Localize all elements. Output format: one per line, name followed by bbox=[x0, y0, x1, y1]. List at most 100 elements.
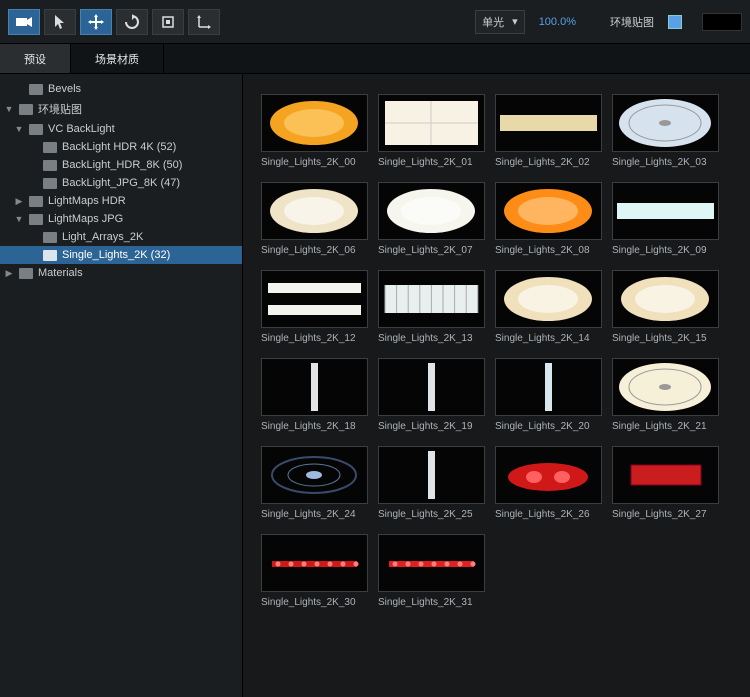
expand-arrow-icon: ▶ bbox=[4, 268, 14, 279]
folder-icon bbox=[19, 268, 33, 279]
tab-scene-material[interactable]: 场景材质 bbox=[71, 44, 164, 73]
folder-icon bbox=[29, 124, 43, 135]
env-map-checkbox[interactable] bbox=[668, 15, 682, 29]
thumbnail-item[interactable]: Single_Lights_2K_03 bbox=[612, 94, 719, 168]
thumbnail-preview bbox=[495, 358, 602, 416]
thumbnail-label: Single_Lights_2K_31 bbox=[378, 597, 485, 608]
thumbnail-label: Single_Lights_2K_26 bbox=[495, 509, 602, 520]
thumbnail-preview bbox=[495, 446, 602, 504]
thumbnail-label: Single_Lights_2K_24 bbox=[261, 509, 368, 520]
thumbnail-item[interactable]: Single_Lights_2K_27 bbox=[612, 446, 719, 520]
tree-item-label: Materials bbox=[38, 267, 83, 279]
env-map-label: 环境贴图 bbox=[610, 14, 654, 30]
thumbnail-preview bbox=[612, 94, 719, 152]
thumbnail-item[interactable]: Single_Lights_2K_24 bbox=[261, 446, 368, 520]
tree-item[interactable]: BackLight_HDR_8K (50) bbox=[0, 156, 242, 174]
thumbnail-item[interactable]: Single_Lights_2K_02 bbox=[495, 94, 602, 168]
tree-item-label: BackLight HDR 4K (52) bbox=[62, 141, 176, 153]
thumbnail-item[interactable]: Single_Lights_2K_09 bbox=[612, 182, 719, 256]
tree-item[interactable]: BackLight HDR 4K (52) bbox=[0, 138, 242, 156]
thumbnail-preview bbox=[261, 270, 368, 328]
thumbnail-item[interactable]: Single_Lights_2K_26 bbox=[495, 446, 602, 520]
tab-preset[interactable]: 预设 bbox=[0, 44, 71, 73]
thumbnail-label: Single_Lights_2K_25 bbox=[378, 509, 485, 520]
tree-item[interactable]: Light_Arrays_2K bbox=[0, 228, 242, 246]
tree-item[interactable]: Bevels bbox=[0, 80, 242, 98]
thumbnail-grid-area: Single_Lights_2K_00 Single_Lights_2K_01 Si… bbox=[243, 74, 750, 697]
folder-icon bbox=[43, 142, 57, 153]
zoom-value[interactable]: 100.0% bbox=[539, 16, 576, 28]
tree-item-label: VC BackLight bbox=[48, 123, 115, 135]
thumbnail-item[interactable]: Single_Lights_2K_14 bbox=[495, 270, 602, 344]
thumbnail-grid: Single_Lights_2K_00 Single_Lights_2K_01 Si… bbox=[261, 94, 750, 608]
thumbnail-label: Single_Lights_2K_20 bbox=[495, 421, 602, 432]
folder-tree: Bevels▼环境贴图▼VC BackLightBackLight HDR 4K… bbox=[0, 74, 243, 697]
thumbnail-item[interactable]: Single_Lights_2K_18 bbox=[261, 358, 368, 432]
thumbnail-item[interactable]: Single_Lights_2K_19 bbox=[378, 358, 485, 432]
tree-item[interactable]: ▶LightMaps HDR bbox=[0, 192, 242, 210]
thumbnail-label: Single_Lights_2K_06 bbox=[261, 245, 368, 256]
tree-item-label: 环境贴图 bbox=[38, 101, 82, 117]
crop-tool-button[interactable] bbox=[152, 9, 184, 35]
thumbnail-item[interactable]: Single_Lights_2K_21 bbox=[612, 358, 719, 432]
env-map-slot[interactable] bbox=[702, 13, 742, 31]
thumbnail-preview bbox=[261, 182, 368, 240]
expand-arrow-icon: ▼ bbox=[14, 214, 24, 224]
folder-icon bbox=[43, 178, 57, 189]
tree-item-label: Light_Arrays_2K bbox=[62, 231, 143, 243]
thumbnail-label: Single_Lights_2K_09 bbox=[612, 245, 719, 256]
thumbnail-preview bbox=[378, 270, 485, 328]
tree-item[interactable]: ▼LightMaps JPG bbox=[0, 210, 242, 228]
thumbnail-item[interactable]: Single_Lights_2K_13 bbox=[378, 270, 485, 344]
thumbnail-item[interactable]: Single_Lights_2K_01 bbox=[378, 94, 485, 168]
thumbnail-item[interactable]: Single_Lights_2K_15 bbox=[612, 270, 719, 344]
thumbnail-preview bbox=[378, 94, 485, 152]
light-mode-dropdown[interactable]: 单光 ▾ bbox=[475, 10, 525, 34]
thumbnail-label: Single_Lights_2K_30 bbox=[261, 597, 368, 608]
thumbnail-label: Single_Lights_2K_01 bbox=[378, 157, 485, 168]
axis-tool-button[interactable] bbox=[188, 9, 220, 35]
thumbnail-preview bbox=[261, 446, 368, 504]
folder-icon bbox=[43, 160, 57, 171]
thumbnail-preview bbox=[378, 446, 485, 504]
thumbnail-label: Single_Lights_2K_07 bbox=[378, 245, 485, 256]
thumbnail-label: Single_Lights_2K_19 bbox=[378, 421, 485, 432]
thumbnail-preview bbox=[495, 94, 602, 152]
thumbnail-preview bbox=[378, 358, 485, 416]
move-tool-button[interactable] bbox=[80, 9, 112, 35]
thumbnail-item[interactable]: Single_Lights_2K_25 bbox=[378, 446, 485, 520]
rotate-tool-button[interactable] bbox=[116, 9, 148, 35]
thumbnail-label: Single_Lights_2K_03 bbox=[612, 157, 719, 168]
thumbnail-item[interactable]: Single_Lights_2K_00 bbox=[261, 94, 368, 168]
thumbnail-item[interactable]: Single_Lights_2K_08 bbox=[495, 182, 602, 256]
thumbnail-preview bbox=[261, 534, 368, 592]
thumbnail-item[interactable]: Single_Lights_2K_30 bbox=[261, 534, 368, 608]
tree-item[interactable]: ▶ Materials bbox=[0, 264, 242, 282]
thumbnail-label: Single_Lights_2K_18 bbox=[261, 421, 368, 432]
pointer-tool-button[interactable] bbox=[44, 9, 76, 35]
thumbnail-label: Single_Lights_2K_15 bbox=[612, 333, 719, 344]
tree-item-label: BackLight_JPG_8K (47) bbox=[62, 177, 180, 189]
expand-arrow-icon: ▶ bbox=[14, 196, 24, 207]
thumbnail-preview bbox=[261, 94, 368, 152]
tree-item[interactable]: ▼ 环境贴图 bbox=[0, 98, 242, 120]
tree-item[interactable]: ▼VC BackLight bbox=[0, 120, 242, 138]
thumbnail-item[interactable]: Single_Lights_2K_06 bbox=[261, 182, 368, 256]
camera-tool-button[interactable] bbox=[8, 9, 40, 35]
tree-item[interactable]: Single_Lights_2K (32) bbox=[0, 246, 242, 264]
thumbnail-item[interactable]: Single_Lights_2K_07 bbox=[378, 182, 485, 256]
tree-item-label: Single_Lights_2K (32) bbox=[62, 249, 170, 261]
thumbnail-preview bbox=[612, 182, 719, 240]
tree-item-label: Bevels bbox=[48, 83, 81, 95]
thumbnail-label: Single_Lights_2K_02 bbox=[495, 157, 602, 168]
tree-item-label: BackLight_HDR_8K (50) bbox=[62, 159, 182, 171]
folder-icon bbox=[43, 250, 57, 261]
thumbnail-preview bbox=[495, 182, 602, 240]
thumbnail-item[interactable]: Single_Lights_2K_31 bbox=[378, 534, 485, 608]
expand-arrow-icon: ▼ bbox=[4, 104, 14, 114]
tree-item[interactable]: BackLight_JPG_8K (47) bbox=[0, 174, 242, 192]
thumbnail-item[interactable]: Single_Lights_2K_20 bbox=[495, 358, 602, 432]
thumbnail-item[interactable]: Single_Lights_2K_12 bbox=[261, 270, 368, 344]
thumbnail-label: Single_Lights_2K_27 bbox=[612, 509, 719, 520]
thumbnail-preview bbox=[378, 534, 485, 592]
